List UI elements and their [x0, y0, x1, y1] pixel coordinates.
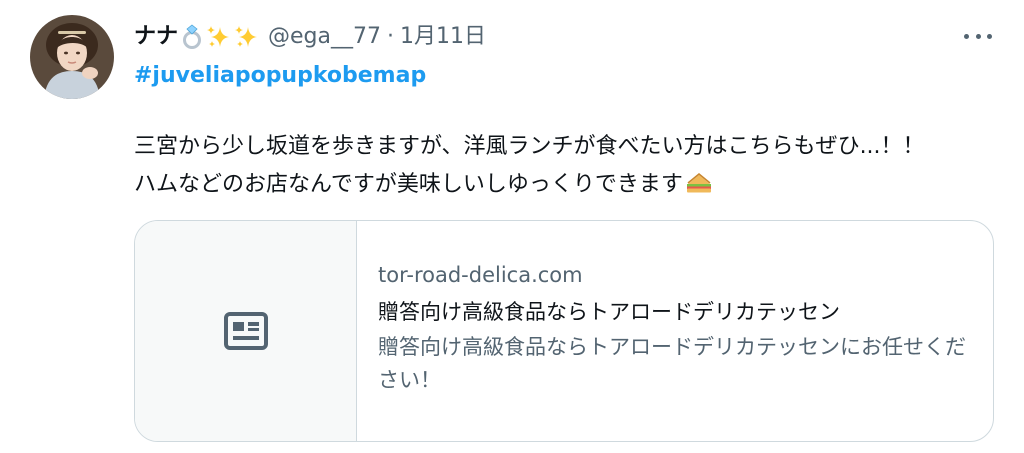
- sandwich-emoji-icon: [685, 169, 713, 208]
- tweet-date[interactable]: 1月11日: [400, 20, 486, 54]
- card-description: 贈答向け高級食品ならトアロードデリカテッセンにお任せください！: [378, 335, 966, 392]
- link-preview-card[interactable]: tor-road-delica.com 贈答向け高級食品ならトアロードデリカテッ…: [134, 220, 994, 442]
- user-handle[interactable]: @ega__77: [268, 20, 381, 54]
- display-name[interactable]: ナナ: [134, 20, 260, 54]
- card-title: 贈答向け高級食品ならトアロードデリカテッセン: [378, 300, 840, 324]
- card-domain: tor-road-delica.com: [378, 263, 583, 287]
- more-options-icon[interactable]: [962, 24, 994, 48]
- hashtag-link[interactable]: #juveliapopupkobemap: [134, 60, 426, 92]
- tweet-text-line-2-text: ハムなどのお店なんですが美味しいしゆっくりできます: [134, 172, 683, 197]
- sparkles-emoji-icon: [206, 24, 232, 50]
- ring-emoji-icon: [180, 24, 204, 50]
- card-body: tor-road-delica.com 贈答向け高級食品ならトアロードデリカテッ…: [357, 221, 993, 441]
- tweet-header: ナナ @ega__77 · 1月11日: [134, 20, 486, 54]
- display-name-text: ナナ: [134, 24, 179, 49]
- card-media: [135, 221, 357, 441]
- tweet-text-line-1: 三宮から少し坂道を歩きますが、洋風ランチが食べたい方はこちらもぜひ...！！: [134, 134, 925, 159]
- tweet: ナナ @ega__77 · 1月11日 #juveliapopupkobemap…: [0, 0, 1024, 453]
- sparkles-emoji-icon: [234, 24, 260, 50]
- tweet-text: 三宮から少し坂道を歩きますが、洋風ランチが食べたい方はこちらもぜひ...！！ ハ…: [134, 128, 1004, 208]
- separator-dot: ·: [387, 24, 394, 49]
- article-icon: [223, 312, 268, 350]
- tweet-text-line-2: ハムなどのお店なんですが美味しいしゆっくりできます: [134, 166, 1004, 208]
- avatar[interactable]: [30, 15, 114, 99]
